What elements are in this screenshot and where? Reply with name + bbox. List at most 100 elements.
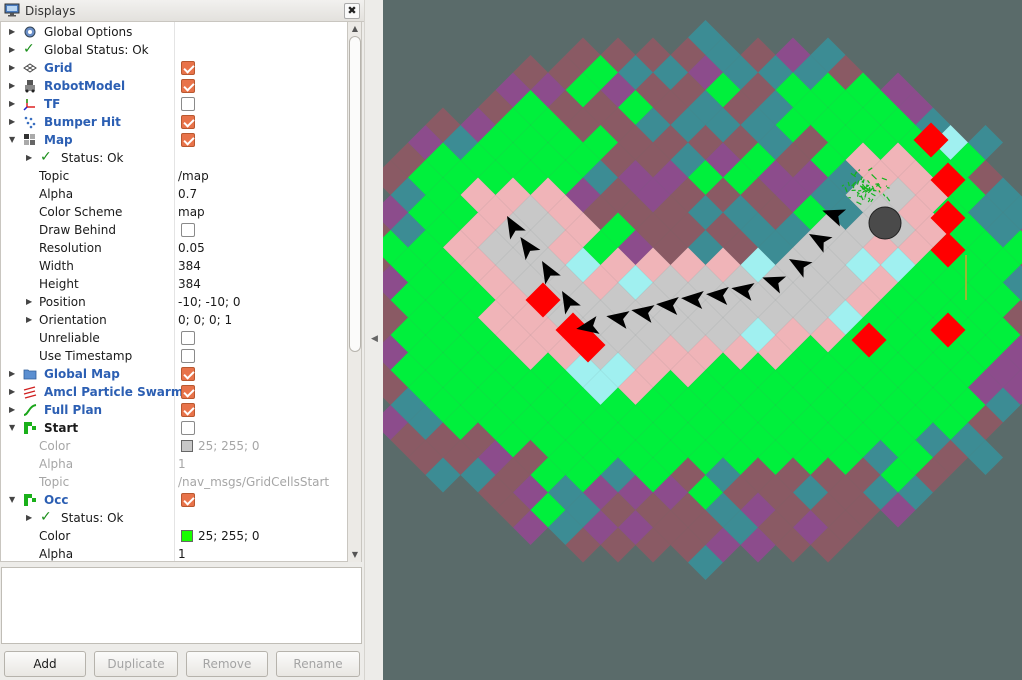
tree-row[interactable]: Color 25; 255; 0 bbox=[1, 527, 347, 545]
scrollbar-thumb[interactable] bbox=[349, 36, 361, 352]
enable-checkbox[interactable] bbox=[181, 61, 195, 75]
property-value[interactable]: 25; 255; 0 bbox=[198, 439, 260, 453]
property-value[interactable]: map bbox=[178, 205, 205, 219]
collapsed-arrow-icon[interactable]: ▶ bbox=[9, 27, 17, 37]
property-value[interactable]: 0; 0; 0; 1 bbox=[178, 313, 232, 327]
enable-checkbox[interactable] bbox=[181, 133, 195, 147]
property-value[interactable]: 25; 255; 0 bbox=[198, 529, 260, 543]
particle bbox=[865, 184, 870, 187]
collapsed-arrow-icon[interactable]: ▶ bbox=[26, 315, 34, 325]
tree-row[interactable]: Height 384 bbox=[1, 275, 347, 293]
tree-row[interactable]: ▶ Position -10; -10; 0 bbox=[1, 293, 347, 311]
close-icon[interactable]: ✖ bbox=[344, 3, 360, 19]
tree-row[interactable]: ▶ Global Map bbox=[1, 365, 347, 383]
enable-checkbox[interactable] bbox=[181, 367, 195, 381]
rename-button[interactable]: Rename bbox=[276, 651, 360, 677]
tree-row[interactable]: Resolution 0.05 bbox=[1, 239, 347, 257]
duplicate-button[interactable]: Duplicate bbox=[94, 651, 178, 677]
enable-checkbox[interactable] bbox=[181, 115, 195, 129]
tree-row[interactable]: ▼ Occ bbox=[1, 491, 347, 509]
collapsed-arrow-icon[interactable]: ▶ bbox=[26, 513, 34, 523]
tree-row[interactable]: ▶ Bumper Hit bbox=[1, 113, 347, 131]
scroll-up-icon[interactable]: ▲ bbox=[350, 24, 360, 34]
tree-row[interactable]: ▼ Map bbox=[1, 131, 347, 149]
collapsed-arrow-icon[interactable]: ▶ bbox=[26, 153, 34, 163]
collapsed-arrow-icon[interactable]: ▶ bbox=[9, 99, 17, 109]
tree-row[interactable]: ▶ ✓ Status: Ok bbox=[1, 509, 347, 527]
panel-splitter[interactable]: ◀ bbox=[364, 0, 383, 680]
tree-row[interactable]: ▼ Start bbox=[1, 419, 347, 437]
collapsed-arrow-icon[interactable]: ▶ bbox=[9, 117, 17, 127]
tree-row[interactable]: Draw Behind bbox=[1, 221, 347, 239]
tree-row[interactable]: Color Scheme map bbox=[1, 203, 347, 221]
property-value[interactable]: /nav_msgs/GridCellsStart bbox=[178, 475, 329, 489]
points-icon bbox=[24, 116, 36, 129]
color-swatch[interactable] bbox=[181, 440, 193, 452]
expanded-arrow-icon[interactable]: ▼ bbox=[9, 135, 17, 145]
tree-row[interactable]: ▶ Orientation 0; 0; 0; 1 bbox=[1, 311, 347, 329]
tree-row[interactable]: Alpha 1 bbox=[1, 545, 347, 561]
remove-button[interactable]: Remove bbox=[186, 651, 268, 677]
add-button[interactable]: Add bbox=[4, 651, 86, 677]
property-value[interactable]: 1 bbox=[178, 457, 186, 471]
tree-row[interactable]: Unreliable bbox=[1, 329, 347, 347]
costmap-cells bbox=[383, 20, 1022, 580]
tree-row[interactable]: Color 25; 255; 0 bbox=[1, 437, 347, 455]
enable-checkbox[interactable] bbox=[181, 493, 195, 507]
axes-icon bbox=[23, 99, 35, 111]
property-value[interactable]: 0.7 bbox=[178, 187, 197, 201]
property-value[interactable]: 384 bbox=[178, 259, 201, 273]
property-value[interactable]: -10; -10; 0 bbox=[178, 295, 241, 309]
panel-title-bar: Displays ✖ bbox=[0, 0, 364, 22]
enable-checkbox[interactable] bbox=[181, 349, 195, 363]
collapsed-arrow-icon[interactable]: ▶ bbox=[9, 63, 17, 73]
tree-row[interactable]: ▶ Global Options bbox=[1, 23, 347, 41]
expanded-arrow-icon[interactable]: ▼ bbox=[9, 423, 17, 433]
enable-checkbox[interactable] bbox=[181, 385, 195, 399]
render-view[interactable] bbox=[383, 0, 1022, 680]
enable-checkbox[interactable] bbox=[181, 79, 195, 93]
expanded-arrow-icon[interactable]: ▼ bbox=[9, 495, 17, 505]
tree-row-label: Height bbox=[39, 277, 79, 291]
property-value[interactable]: 0.05 bbox=[178, 241, 205, 255]
enable-checkbox[interactable] bbox=[181, 331, 195, 345]
tree-row[interactable]: ▶ TF bbox=[1, 95, 347, 113]
scroll-down-icon[interactable]: ▼ bbox=[350, 550, 360, 560]
tree-row[interactable]: Topic/nav_msgs/GridCellsStart bbox=[1, 473, 347, 491]
color-swatch[interactable] bbox=[181, 530, 193, 542]
tree-row[interactable]: ▶ Grid bbox=[1, 59, 347, 77]
collapsed-arrow-icon[interactable]: ▶ bbox=[9, 387, 17, 397]
collapsed-arrow-icon[interactable]: ▶ bbox=[9, 45, 17, 55]
tree-row[interactable]: Alpha 0.7 bbox=[1, 185, 347, 203]
tree-row[interactable]: ▶ Amcl Particle Swarm bbox=[1, 383, 347, 401]
tree-row-label: Width bbox=[39, 259, 74, 273]
tree-row[interactable]: Alpha 1 bbox=[1, 455, 347, 473]
collapse-arrow-icon[interactable]: ◀ bbox=[371, 334, 378, 344]
enable-checkbox[interactable] bbox=[181, 421, 195, 435]
tree-scrollbar[interactable]: ▲ ▼ bbox=[348, 22, 362, 562]
tree-row-label: Grid bbox=[44, 61, 73, 75]
tree-row-label: Occ bbox=[44, 493, 69, 507]
tree-row[interactable]: ▶ ✓ Status: Ok bbox=[1, 149, 347, 167]
property-value[interactable]: 1 bbox=[178, 547, 186, 561]
tree-row[interactable]: ▶ RobotModel bbox=[1, 77, 347, 95]
tree-row[interactable]: Use Timestamp bbox=[1, 347, 347, 365]
display-tree[interactable]: ▶ Global Options ▶ ✓ Global Status: Ok ▶ Grid ▶… bbox=[0, 22, 348, 562]
tree-row-label: Start bbox=[44, 421, 79, 435]
robot-model bbox=[868, 206, 902, 240]
costmap-canvas[interactable] bbox=[383, 0, 1022, 680]
collapsed-arrow-icon[interactable]: ▶ bbox=[9, 81, 17, 91]
collapsed-arrow-icon[interactable]: ▶ bbox=[9, 369, 17, 379]
tree-row[interactable]: Topic/map bbox=[1, 167, 347, 185]
tree-row-label: Use Timestamp bbox=[39, 349, 133, 363]
property-value[interactable]: 384 bbox=[178, 277, 201, 291]
enable-checkbox[interactable] bbox=[181, 223, 195, 237]
tree-row[interactable]: ▶ Full Plan bbox=[1, 401, 347, 419]
tree-row[interactable]: Width 384 bbox=[1, 257, 347, 275]
tree-row[interactable]: ▶ ✓ Global Status: Ok bbox=[1, 41, 347, 59]
collapsed-arrow-icon[interactable]: ▶ bbox=[9, 405, 17, 415]
enable-checkbox[interactable] bbox=[181, 97, 195, 111]
enable-checkbox[interactable] bbox=[181, 403, 195, 417]
property-value[interactable]: /map bbox=[178, 169, 209, 183]
collapsed-arrow-icon[interactable]: ▶ bbox=[26, 297, 34, 307]
